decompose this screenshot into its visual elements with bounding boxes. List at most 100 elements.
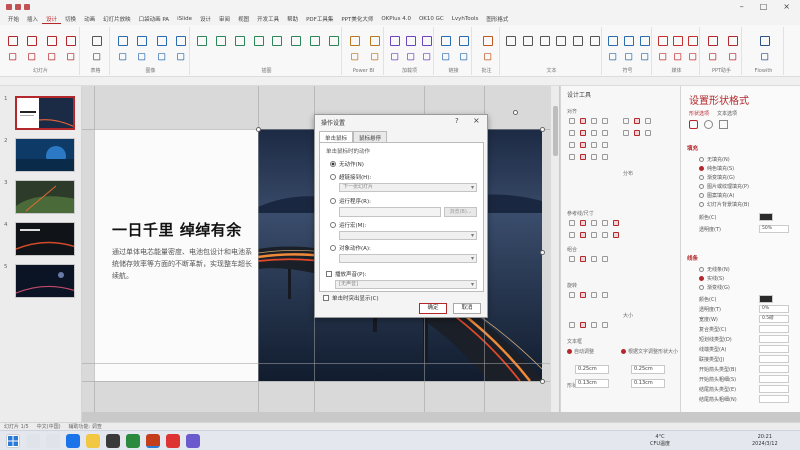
wechat-icon[interactable]	[126, 434, 140, 448]
radio-icon[interactable]	[699, 166, 704, 171]
resize-handle[interactable]	[540, 127, 545, 132]
slide-thumbnail-2[interactable]	[15, 138, 75, 172]
ribbon-tab[interactable]: 开始	[4, 15, 23, 23]
radio-hyperlink[interactable]: 超链接到(H):	[330, 173, 371, 181]
ribbon-button-icon[interactable]	[347, 33, 361, 47]
margin-input[interactable]: 0.13cm	[575, 379, 609, 388]
ribbon-small-icon[interactable]	[607, 51, 617, 61]
status-accessibility[interactable]: 辅助功能: 调查	[69, 423, 102, 430]
object-action-select[interactable]	[339, 254, 477, 263]
ribbon-small-icon[interactable]	[7, 51, 17, 61]
align-tool-icon[interactable]	[602, 292, 608, 298]
align-tool-icon[interactable]	[569, 322, 575, 328]
radio-dot[interactable]	[330, 161, 336, 167]
margin-input[interactable]: 0.25cm	[575, 365, 609, 374]
ribbon-button-icon[interactable]	[387, 33, 401, 47]
design-check[interactable]: 自动调整	[567, 348, 594, 355]
resize-handle[interactable]	[256, 127, 261, 132]
align-tool-icon[interactable]	[580, 154, 586, 160]
app-icon[interactable]	[106, 434, 120, 448]
line-property-input[interactable]	[759, 365, 789, 373]
ribbon-small-icon[interactable]	[26, 51, 36, 61]
check-radio-icon[interactable]	[567, 349, 572, 354]
ribbon-small-icon[interactable]	[349, 51, 359, 61]
ribbon-small-icon[interactable]	[727, 51, 737, 61]
ribbon-small-icon[interactable]	[65, 51, 75, 61]
ribbon-button-icon[interactable]	[621, 33, 635, 47]
tab-shape-options[interactable]: 形状选项	[689, 110, 709, 117]
ribbon-tab[interactable]: LvyhTools	[448, 16, 483, 22]
align-tool-icon[interactable]	[591, 154, 597, 160]
line-property-input[interactable]	[759, 395, 789, 403]
scrollbar-thumb[interactable]	[553, 106, 558, 156]
align-tool-icon[interactable]	[602, 256, 608, 262]
macro-select[interactable]	[339, 231, 477, 240]
sound-select[interactable]: [无声音]	[335, 280, 477, 289]
radio-icon[interactable]	[699, 193, 704, 198]
align-tool-icon[interactable]	[569, 232, 575, 238]
ribbon-button-icon[interactable]	[438, 33, 452, 47]
ribbon-button-icon[interactable]	[587, 33, 601, 47]
radio-run-program[interactable]: 运行程序(R):	[330, 197, 371, 205]
ribbon-button-icon[interactable]	[213, 33, 227, 47]
ribbon-small-icon[interactable]	[136, 51, 146, 61]
align-tool-icon[interactable]	[591, 220, 597, 226]
align-tool-icon[interactable]	[580, 292, 586, 298]
fill-line-icon[interactable]	[689, 120, 698, 129]
quick-access-toolbar[interactable]	[0, 3, 30, 10]
align-tool-icon[interactable]	[602, 142, 608, 148]
align-tool-icon[interactable]	[569, 130, 575, 136]
ribbon-tab[interactable]: PDF工具集	[302, 15, 337, 23]
maximize-icon[interactable]: □	[760, 2, 768, 11]
radio-dot[interactable]	[330, 222, 336, 228]
align-tool-icon[interactable]	[580, 232, 586, 238]
ribbon-small-icon[interactable]	[46, 51, 56, 61]
app-icon[interactable]	[186, 434, 200, 448]
ribbon-small-icon[interactable]	[672, 51, 682, 61]
ribbon-small-icon[interactable]	[369, 51, 379, 61]
ribbon-button-icon[interactable]	[326, 33, 340, 47]
align-tool-icon[interactable]	[591, 322, 597, 328]
ribbon-small-icon[interactable]	[707, 51, 717, 61]
ribbon-tab[interactable]: 幻灯片放映	[99, 15, 135, 23]
guide-line[interactable]	[82, 381, 559, 382]
slide-thumbnail-3[interactable]	[15, 180, 75, 214]
status-language[interactable]: 中文(中国)	[37, 423, 61, 430]
align-tool-icon[interactable]	[591, 130, 597, 136]
ribbon-button-icon[interactable]	[705, 33, 719, 47]
save-icon[interactable]	[6, 3, 12, 10]
radio-dot[interactable]	[330, 198, 336, 204]
align-tool-icon[interactable]	[569, 154, 575, 160]
ribbon-button-icon[interactable]	[403, 33, 417, 47]
ribbon-button-icon[interactable]	[269, 33, 283, 47]
align-tool-icon[interactable]	[591, 142, 597, 148]
radio-object-action[interactable]: 对象动作(A):	[330, 244, 371, 252]
ribbon-button-icon[interactable]	[655, 33, 669, 47]
ribbon-button-icon[interactable]	[419, 33, 433, 47]
ribbon-button-icon[interactable]	[194, 33, 208, 47]
margin-input[interactable]: 0.13cm	[631, 379, 665, 388]
weather-widget[interactable]: 4°C CFU温度	[650, 434, 670, 448]
align-tool-icon[interactable]	[602, 154, 608, 160]
radio-icon[interactable]	[699, 175, 704, 180]
slide-thumbnail-4[interactable]	[15, 222, 75, 256]
start-icon[interactable]	[6, 434, 20, 448]
ribbon-button-icon[interactable]	[725, 33, 739, 47]
ribbon-small-icon[interactable]	[623, 51, 633, 61]
align-tool-icon[interactable]	[569, 292, 575, 298]
ribbon-tab[interactable]: iSlide	[173, 16, 196, 22]
align-tool-icon[interactable]	[591, 292, 597, 298]
align-tool-icon[interactable]	[602, 322, 608, 328]
align-tool-icon[interactable]	[613, 232, 619, 238]
ribbon-button-icon[interactable]	[173, 33, 187, 47]
ribbon-small-icon[interactable]	[405, 51, 415, 61]
align-tool-icon[interactable]	[634, 130, 640, 136]
ribbon-button-icon[interactable]	[232, 33, 246, 47]
line-property-input[interactable]	[759, 385, 789, 393]
ribbon-button-icon[interactable]	[307, 33, 321, 47]
line-property-input[interactable]	[759, 345, 789, 353]
ribbon-button-icon[interactable]	[570, 33, 584, 47]
help-icon[interactable]: ?	[455, 117, 459, 125]
recorder-icon[interactable]	[166, 434, 180, 448]
margin-input[interactable]: 0.25cm	[631, 365, 665, 374]
